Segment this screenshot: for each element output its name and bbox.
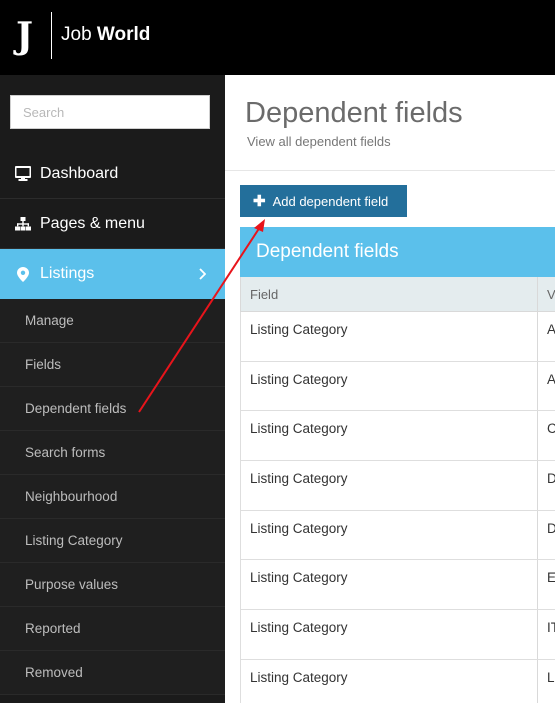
table-row[interactable]: Listing Category A xyxy=(240,312,555,362)
plus-icon: ✚ xyxy=(253,192,266,210)
table-row[interactable]: Listing Category C xyxy=(240,411,555,462)
subnav-item-reported[interactable]: Reported xyxy=(0,607,225,651)
table-cell-field: Listing Category xyxy=(241,659,539,703)
dependent-fields-table: Field V Listing Category A Listing Categ… xyxy=(240,277,555,703)
table-cell-field: Listing Category xyxy=(241,560,539,610)
subnav-item-neighbourhood[interactable]: Neighbourhood xyxy=(0,475,225,519)
table-cell-value: E xyxy=(547,570,555,586)
sidebar-item-label: Pages & menu xyxy=(40,214,145,232)
brand-name-bold: World xyxy=(96,24,151,45)
table-cell-value: A xyxy=(547,322,555,337)
subnav-item-listing-category[interactable]: Listing Category xyxy=(0,519,225,563)
monitor-icon xyxy=(15,166,31,182)
add-button-label: Add dependent field xyxy=(272,193,389,209)
logo-divider xyxy=(51,12,52,59)
sidebar-item-pages-menu[interactable]: Pages & menu xyxy=(0,199,225,249)
subnav-item-manage[interactable]: Manage xyxy=(0,299,225,343)
sidebar-item-label: Listings xyxy=(40,265,95,282)
table-row[interactable]: Listing Category E xyxy=(240,560,555,611)
table-row[interactable]: Listing Category IT xyxy=(240,610,555,660)
main-content: Dependent fields View all dependent fiel… xyxy=(225,75,555,703)
subnav-item-fields[interactable]: Fields xyxy=(0,343,225,387)
table-row[interactable]: Listing Category A xyxy=(240,361,555,412)
subnav-item-label: Reported xyxy=(25,621,81,636)
subnav-item-purpose-values[interactable]: Purpose values xyxy=(0,563,225,607)
subnav-item-dependent-fields[interactable]: Dependent fields xyxy=(0,387,225,431)
table-cell-field: Listing Category xyxy=(241,312,539,361)
panel-header: Dependent fields xyxy=(240,227,555,277)
subnav-item-label: Dependent fields xyxy=(25,401,127,416)
logo-mark[interactable]: J xyxy=(16,12,38,60)
subnav-item-label: Manage xyxy=(25,313,74,328)
table-cell-value: C xyxy=(547,421,555,437)
brand-name-light: Job xyxy=(61,24,97,45)
table-cell-field: Listing Category xyxy=(241,610,539,659)
sidebar-item-label: Dashboard xyxy=(40,164,119,182)
subnav-item-label: Fields xyxy=(25,357,62,372)
brand-name[interactable]: Job World xyxy=(61,22,150,48)
table-row[interactable]: Listing Category D xyxy=(240,510,555,561)
table-cell-value: A xyxy=(547,371,555,387)
subnav-item-label: Listing Category xyxy=(25,533,123,548)
table-cell-value: D xyxy=(547,520,555,536)
sidebar: Dashboard Pages & menu Listings Manage F… xyxy=(0,75,225,703)
table-row[interactable]: Listing Category L xyxy=(240,659,555,703)
sitemap-icon xyxy=(15,216,31,232)
add-dependent-field-button[interactable]: ✚ Add dependent field xyxy=(240,185,407,217)
table-cell-field: Listing Category xyxy=(241,510,539,560)
table-row[interactable]: Listing Category D xyxy=(240,461,555,511)
subnav-item-label: Purpose values xyxy=(25,577,119,592)
subnav-item-removed[interactable]: Removed xyxy=(0,651,225,695)
search-input[interactable] xyxy=(10,95,210,129)
sidebar-item-dashboard[interactable]: Dashboard xyxy=(0,149,225,199)
table-cell-field: Listing Category xyxy=(241,361,539,411)
sidebar-item-listings[interactable]: Listings xyxy=(0,249,225,299)
table-cell-value: D xyxy=(547,471,555,487)
column-header-field[interactable]: Field xyxy=(241,277,539,311)
top-bar: J Job World xyxy=(0,0,555,75)
chevron-right-icon xyxy=(199,267,207,285)
subnav-item-label: Search forms xyxy=(25,445,106,460)
table-cell-field: Listing Category xyxy=(241,461,539,510)
header-divider xyxy=(225,170,555,171)
subnav-item-label: Neighbourhood xyxy=(25,489,118,504)
table-cell-field: Listing Category xyxy=(241,411,539,461)
map-marker-icon xyxy=(15,266,31,282)
page-subtitle: View all dependent fields xyxy=(247,134,391,149)
column-header-value[interactable]: V xyxy=(538,277,555,311)
table-cell-value: IT xyxy=(547,620,555,636)
subnav-item-label: Removed xyxy=(25,665,83,680)
table-cell-value: L xyxy=(547,669,555,685)
page-title: Dependent fields xyxy=(245,97,463,129)
subnav-item-search-forms[interactable]: Search forms xyxy=(0,431,225,475)
table-header: Field V xyxy=(240,277,555,312)
